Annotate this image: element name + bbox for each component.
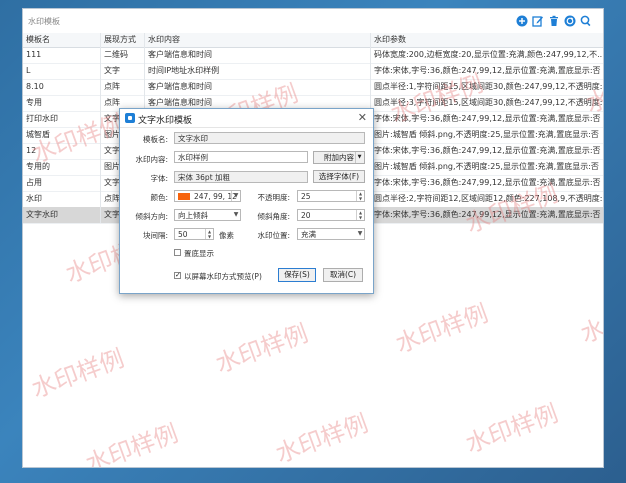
opacity-label: 不透明度: (257, 193, 290, 202)
table-row[interactable]: L 文字 时间IP地址水印样例 字体:宋体,字号:36,颜色:247,99,12,显示… (23, 63, 603, 80)
cell-params: 码体宽度:200,边框宽度:20,显示位置:充满,颜色:247,99,12,不.… (374, 50, 603, 59)
chevron-down-icon: ▼ (357, 230, 363, 237)
font-display-field: 宋体 36pt 加粗 (174, 171, 308, 183)
cell-name: 城智盾 (23, 127, 101, 143)
template-name-field[interactable]: 文字水印 (174, 132, 365, 144)
cell-params: 字体:宋体,字号:36,颜色:247,99,12,显示位置:充满,置底显示:否 (374, 114, 601, 123)
cell-content: 客户端信息和时间 (145, 79, 371, 95)
cell-params: 字体:宋体,字号:36,颜色:247,99,12,显示位置:充满,置底显示:否 (374, 146, 601, 155)
angle-label: 倾斜角度: (257, 212, 290, 221)
content-label: 水印内容: (135, 155, 168, 164)
cell-content: 时间IP地址水印样例 (145, 63, 371, 79)
chevron-down-icon: ▼ (231, 191, 240, 201)
column-header-content[interactable]: 水印内容 (145, 33, 371, 47)
position-select[interactable]: 充满 ▼ (297, 228, 365, 240)
cell-name: 专用的 (23, 159, 101, 175)
cell-name: 水印 (23, 191, 101, 207)
cell-params: 字体:宋体,字号:36,颜色:247,99,12,显示位置:充满,置底显示:否 (374, 66, 601, 75)
cell-name: 文字水印 (23, 207, 101, 223)
position-label: 水印位置: (257, 231, 290, 240)
chevron-down-icon: ▼ (355, 152, 363, 163)
direction-select[interactable]: 向上倾斜 ▼ (174, 209, 241, 221)
panel-titlebar: 水印模板 (23, 9, 603, 34)
append-content-label: 附加内容 (324, 153, 354, 162)
cell-name: 专用 (23, 95, 101, 111)
cell-name: L (23, 63, 101, 79)
spacing-value: 50 (178, 230, 188, 239)
screen-preview-checkbox[interactable]: ✓ (174, 272, 181, 279)
cell-mode: 二维码 (101, 47, 145, 63)
app-icon (125, 113, 135, 123)
close-icon[interactable]: ✕ (358, 111, 367, 124)
watermark-text: 水印样例 (576, 289, 604, 349)
cell-params: 图片:城智盾 倾斜.png,不透明度:25,显示位置:充满,置底显示:否 (374, 162, 599, 171)
position-value: 充满 (301, 230, 316, 239)
add-icon[interactable] (516, 15, 528, 27)
color-picker[interactable]: 247, 99, 12 ▼ (174, 190, 241, 202)
cell-params: 字体:宋体,字号:36,颜色:247,99,12,显示位置:充满,置底显示:否 (374, 178, 601, 187)
watermark-content-field[interactable]: 水印样例 (174, 151, 308, 163)
column-header-params[interactable]: 水印参数 (371, 33, 603, 47)
cell-name: 占用 (23, 175, 101, 191)
choose-font-button[interactable]: 选择字体(F) (313, 170, 365, 183)
table-header-row: 模板名 展现方式 水印内容 水印参数 (23, 33, 603, 48)
table-row[interactable]: 8.10 点阵 客户端信息和时间 圆点半径:1,字符间距15,区域间距30,颜色:24… (23, 79, 603, 96)
panel-title: 水印模板 (28, 17, 60, 26)
bottom-display-label: 置底显示 (184, 249, 214, 258)
font-label: 字体: (150, 174, 168, 183)
spin-arrows-icon[interactable]: ▲ ▼ (356, 191, 364, 201)
watermark-text: 水印样例 (391, 299, 492, 359)
text-watermark-dialog: 文字水印模板 ✕ 模板名: 文字水印 水印内容: 水印样例 附加内容 ▼ 字体:… (119, 108, 374, 294)
save-button[interactable]: 保存(S) (278, 268, 316, 282)
spacing-unit: 像素 (219, 231, 234, 240)
cell-params: 圆点半径:3,字符间距15,区域间距30,颜色:247,99,12,不透明度:5… (374, 98, 603, 107)
watermark-text: 水印样例 (211, 319, 312, 379)
cell-content: 客户端信息和时间 (145, 47, 371, 63)
color-swatch (178, 193, 190, 200)
cell-params: 圆点半径:1,字符间距15,区域间距30,颜色:247,99,12,不透明度:8… (374, 82, 603, 91)
direction-value: 向上倾斜 (178, 211, 208, 220)
cell-params: 图片:城智盾 倾斜.png,不透明度:25,显示位置:充满,置底显示:否 (374, 130, 599, 139)
cell-name: 打印水印 (23, 111, 101, 127)
direction-label: 倾斜方向: (135, 212, 168, 221)
angle-value: 20 (301, 211, 311, 220)
spacing-stepper[interactable]: 50 ▲ ▼ (174, 228, 214, 240)
refresh-icon[interactable] (564, 15, 576, 27)
cell-name: 111 (23, 47, 101, 63)
column-header-name[interactable]: 模板名 (23, 33, 101, 47)
cell-params: 圆点半径:2,字符间距12,区域间距12,颜色:227,108,9,不透明度:2… (374, 194, 603, 203)
spin-arrows-icon[interactable]: ▲ ▼ (356, 210, 364, 220)
dialog-title: 文字水印模板 (138, 116, 193, 126)
watermark-text: 水印样例 (271, 409, 372, 468)
spacing-label: 块间隔: (142, 231, 168, 240)
opacity-value: 25 (301, 192, 311, 201)
chevron-down-icon: ▼ (233, 211, 239, 218)
edit-icon[interactable] (532, 15, 544, 27)
search-icon[interactable] (580, 15, 592, 27)
watermark-text: 水印样例 (81, 419, 182, 468)
column-header-mode[interactable]: 展现方式 (101, 33, 145, 47)
cell-name: 12 (23, 143, 101, 159)
angle-stepper[interactable]: 20 ▲ ▼ (297, 209, 365, 221)
cell-mode: 点阵 (101, 79, 145, 95)
screen-preview-label: 以屏幕水印方式预览(P) (184, 272, 262, 281)
name-label: 模板名: (142, 135, 168, 144)
watermark-text: 水印样例 (27, 344, 128, 404)
table-row[interactable]: 111 二维码 客户端信息和时间 码体宽度:200,边框宽度:20,显示位置:充满,颜… (23, 47, 603, 64)
cancel-button[interactable]: 取消(C) (323, 268, 363, 282)
delete-icon[interactable] (548, 15, 560, 27)
spin-arrows-icon[interactable]: ▲ ▼ (205, 229, 213, 239)
opacity-stepper[interactable]: 25 ▲ ▼ (297, 190, 365, 202)
cell-name: 8.10 (23, 79, 101, 95)
bottom-display-checkbox[interactable] (174, 249, 181, 256)
append-content-button[interactable]: 附加内容 ▼ (313, 151, 365, 164)
watermark-text: 水印样例 (461, 399, 562, 459)
dialog-titlebar: 文字水印模板 ✕ (120, 109, 373, 128)
cell-mode: 文字 (101, 63, 145, 79)
cell-params: 字体:宋体,字号:36,颜色:247,99,12,显示位置:充满,置底显示:否 (374, 210, 601, 219)
color-label: 颜色: (150, 193, 168, 202)
